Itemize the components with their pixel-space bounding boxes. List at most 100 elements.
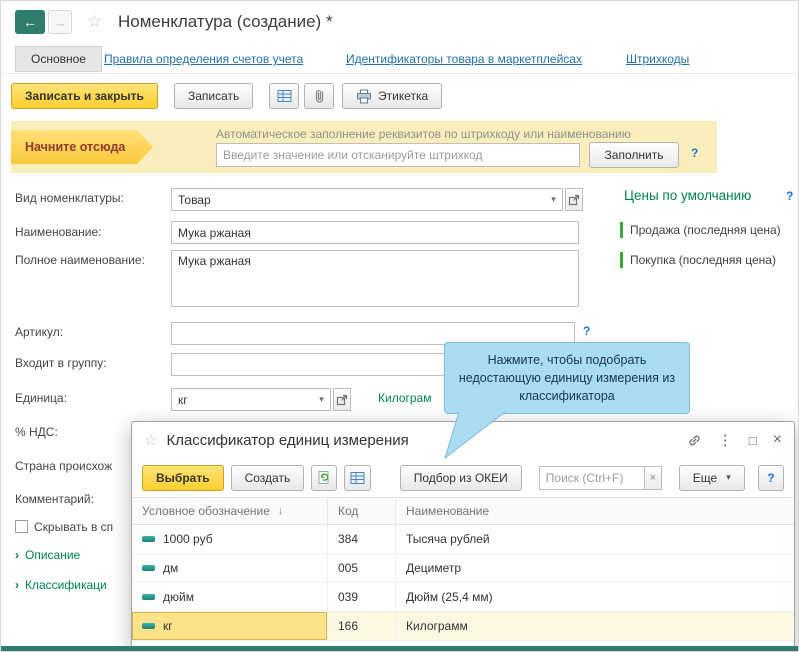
unit-symbol-cell[interactable]: дюйм — [132, 583, 328, 611]
label-print-label: Этикетка — [378, 89, 429, 103]
unit-hint-callout: Нажмите, чтобы подобрать недостающую еди… — [444, 342, 690, 414]
forward-button[interactable]: → — [48, 10, 72, 34]
group-label: Входит в группу: — [15, 356, 107, 370]
table-icon — [277, 89, 292, 103]
unit-symbol-cell[interactable]: 1000 руб — [132, 525, 328, 553]
table-row[interactable]: дм 005 Дециметр — [132, 554, 794, 583]
classification-label: Классификаци — [25, 578, 107, 592]
unit-icon — [142, 594, 155, 600]
unit-name-cell[interactable]: Дюйм (25,4 мм) — [396, 583, 794, 611]
select-label: Выбрать — [156, 470, 210, 485]
document-refresh-icon — [317, 470, 332, 485]
unit-icon — [142, 623, 155, 629]
tab-main[interactable]: Основное — [15, 46, 102, 72]
unit-symbol-cell[interactable]: кг — [132, 612, 328, 640]
unit-icon — [142, 536, 155, 542]
chevron-down-icon[interactable]: ▾ — [545, 189, 562, 210]
unit-field[interactable]: ▾ — [171, 388, 331, 411]
paperclip-icon — [313, 88, 326, 104]
expander-icon: › — [15, 548, 19, 562]
favorite-star-icon[interactable]: ☆ — [87, 12, 102, 32]
fill-button[interactable]: Заполнить — [589, 142, 679, 168]
save-label: Записать — [188, 89, 240, 103]
unit-code-cell[interactable]: 039 — [328, 583, 396, 611]
save-and-close-button[interactable]: Записать и закрыть — [11, 83, 158, 109]
hide-checkbox[interactable] — [15, 520, 28, 533]
units-table-body: 1000 руб 384 Тысяча рублей дм 005 Дециметр дюй… — [132, 525, 794, 641]
unit-name-cell[interactable]: Тысяча рублей — [396, 525, 794, 553]
tab-link-accounts[interactable]: Правила определения счетов учета — [104, 52, 303, 66]
unit-name-cell[interactable]: Килограмм — [396, 612, 794, 640]
autofill-help-icon[interactable]: ? — [691, 146, 698, 160]
full-name-label: Полное наименование: — [15, 253, 145, 267]
tab-link-barcodes[interactable]: Штрихкоды — [626, 52, 689, 66]
search-input[interactable] — [538, 465, 645, 490]
kind-field[interactable]: ▾ — [171, 188, 563, 211]
name-label: Наименование: — [15, 225, 102, 239]
dialog-toolbar: Выбрать Создать Подбор из ОКЕИ Поиск (Ct… — [132, 458, 794, 498]
create-label: Создать — [244, 470, 291, 485]
close-icon[interactable]: × — [773, 432, 782, 448]
unit-name-cell[interactable]: Дециметр — [396, 554, 794, 582]
vat-label: % НДС: — [15, 425, 58, 439]
unit-input[interactable] — [172, 389, 313, 410]
classification-expander[interactable]: › Классификаци — [15, 578, 107, 592]
save-button[interactable]: Записать — [174, 83, 254, 109]
sale-price-label: Продажа (последняя цена) — [630, 223, 781, 237]
unit-code-cell[interactable]: 005 — [328, 554, 396, 582]
table-view-button[interactable] — [269, 83, 299, 109]
column-header-symbol[interactable]: Условное обозначение ↓ — [132, 498, 328, 524]
help-button[interactable]: ? — [757, 464, 784, 491]
select-button[interactable]: Выбрать — [142, 464, 224, 491]
unit-code-cell[interactable]: 166 — [328, 612, 396, 640]
dialog-title: Классификатор единиц измерения — [166, 431, 409, 449]
unit-hint-text: Нажмите, чтобы подобрать недостающую еди… — [458, 352, 676, 404]
dialog-star-icon[interactable]: ☆ — [144, 431, 157, 449]
chevron-down-icon: ▾ — [726, 472, 731, 482]
kind-open-button[interactable] — [565, 188, 583, 211]
tab-link-marketplaces[interactable]: Идентификаторы товара в маркетплейсах — [346, 52, 582, 66]
unit-open-button[interactable] — [333, 388, 351, 411]
okei-pick-label: Подбор из ОКЕИ — [413, 470, 508, 485]
unit-icon — [142, 565, 155, 571]
more-button[interactable]: Еще ▾ — [678, 464, 745, 491]
more-dots-icon[interactable]: ⋮ — [718, 433, 733, 448]
kind-label: Вид номенклатуры: — [15, 191, 124, 205]
unit-symbol-text: кг — [163, 619, 173, 633]
refresh-button[interactable] — [311, 464, 338, 491]
comment-label: Комментарий: — [15, 492, 94, 506]
chevron-down-icon[interactable]: ▾ — [313, 389, 330, 410]
label-print-button[interactable]: Этикетка — [342, 83, 443, 109]
open-window-icon — [568, 194, 580, 206]
default-prices-help-icon[interactable]: ? — [786, 189, 793, 203]
name-input[interactable] — [171, 221, 579, 244]
column-header-code[interactable]: Код — [328, 498, 396, 524]
create-button[interactable]: Создать — [230, 464, 305, 491]
save-and-close-label: Записать и закрыть — [25, 89, 144, 103]
description-expander[interactable]: › Описание — [15, 548, 80, 562]
clear-search-button[interactable]: × — [644, 465, 662, 490]
callout-tail — [444, 412, 506, 460]
back-button[interactable]: ← — [15, 10, 45, 34]
table-row[interactable]: дюйм 039 Дюйм (25,4 мм) — [132, 583, 794, 612]
unit-symbol-text: дюйм — [163, 590, 194, 604]
maximize-icon[interactable]: □ — [749, 434, 757, 447]
unit-symbol-cell[interactable]: дм — [132, 554, 328, 582]
column-header-name[interactable]: Наименование — [396, 498, 794, 524]
unit-code-cell[interactable]: 384 — [328, 525, 396, 553]
hide-checkbox-label[interactable]: Скрывать в сп — [34, 520, 113, 534]
more-label: Еще — [692, 470, 718, 485]
table-row[interactable]: кг 166 Килограмм — [132, 612, 794, 641]
barcode-input[interactable] — [216, 143, 580, 167]
okei-pick-button[interactable]: Подбор из ОКЕИ — [399, 464, 522, 491]
full-name-textarea[interactable]: Мука ржаная — [171, 250, 579, 307]
attachments-button[interactable] — [304, 83, 334, 109]
table-row[interactable]: 1000 руб 384 Тысяча рублей — [132, 525, 794, 554]
link-icon[interactable] — [687, 433, 702, 448]
kind-input[interactable] — [172, 189, 545, 210]
dialog-window-controls: ⋮ □ × — [687, 432, 782, 448]
sku-help-icon[interactable]: ? — [583, 324, 590, 338]
table-view-button[interactable] — [344, 464, 371, 491]
purchase-price-label: Покупка (последняя цена) — [630, 253, 776, 267]
units-table-header: Условное обозначение ↓ Код Наименование — [132, 498, 794, 525]
